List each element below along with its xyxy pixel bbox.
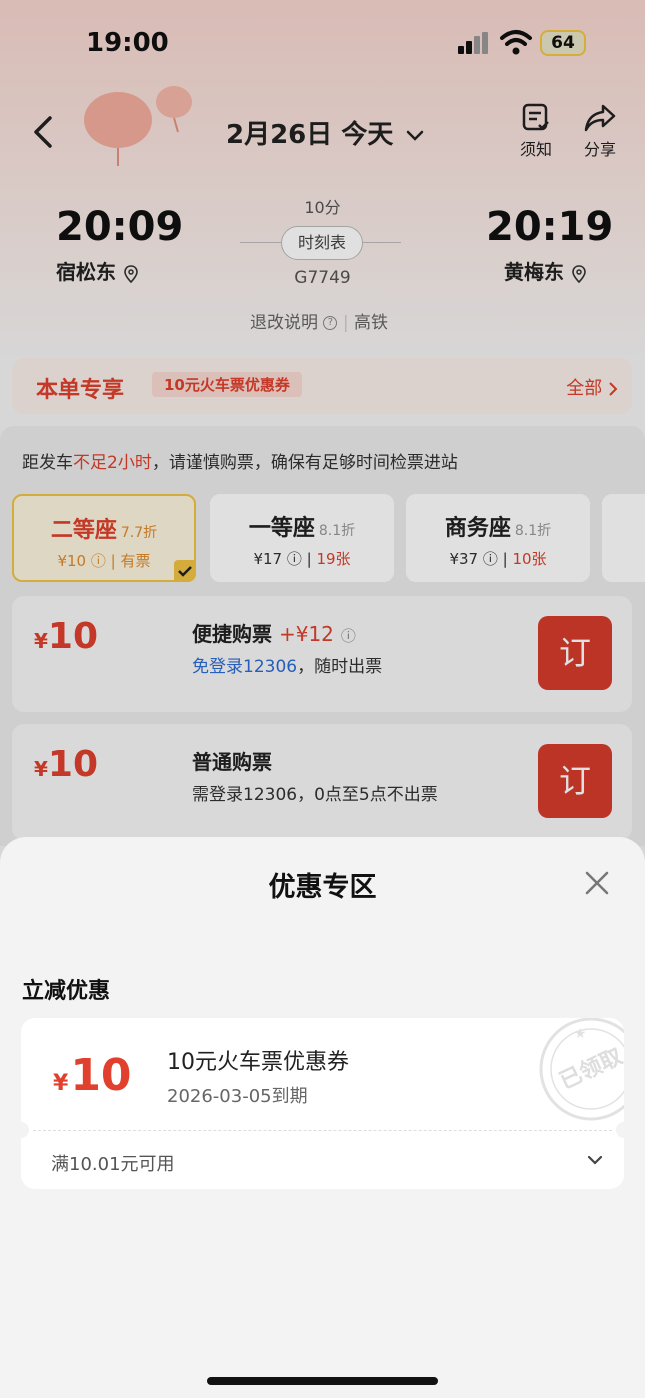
coupon-name: 10元火车票优惠券: [167, 1050, 349, 1075]
close-icon[interactable]: [583, 869, 611, 897]
coupon-card[interactable]: ¥10 10元火车票优惠券 2026-03-05到期 已领取 ★ 满10.01元…: [21, 1018, 624, 1189]
claimed-stamp-icon: 已领取 ★: [539, 1018, 624, 1121]
chevron-down-icon[interactable]: [586, 1152, 604, 1168]
coupon-expiry: 2026-03-05到期: [167, 1086, 308, 1107]
coupon-condition: 满10.01元可用: [51, 1154, 175, 1175]
discount-sheet: 优惠专区 立减优惠 ¥10 10元火车票优惠券 2026-03-05到期 已领取…: [0, 837, 645, 1398]
coupon-amount: ¥10: [53, 1050, 132, 1101]
section-title: 立减优惠: [22, 979, 111, 1004]
home-indicator[interactable]: [207, 1377, 438, 1385]
coupon-amount-value: 10: [70, 1050, 132, 1101]
sheet-title: 优惠专区: [268, 872, 377, 903]
coupon-notch: [616, 1122, 624, 1138]
svg-text:★: ★: [574, 1026, 587, 1042]
stamp-text: 已领取: [556, 1043, 624, 1094]
coupon-divider: [33, 1130, 612, 1131]
currency-symbol: ¥: [53, 1071, 69, 1096]
coupon-notch: [21, 1122, 29, 1138]
